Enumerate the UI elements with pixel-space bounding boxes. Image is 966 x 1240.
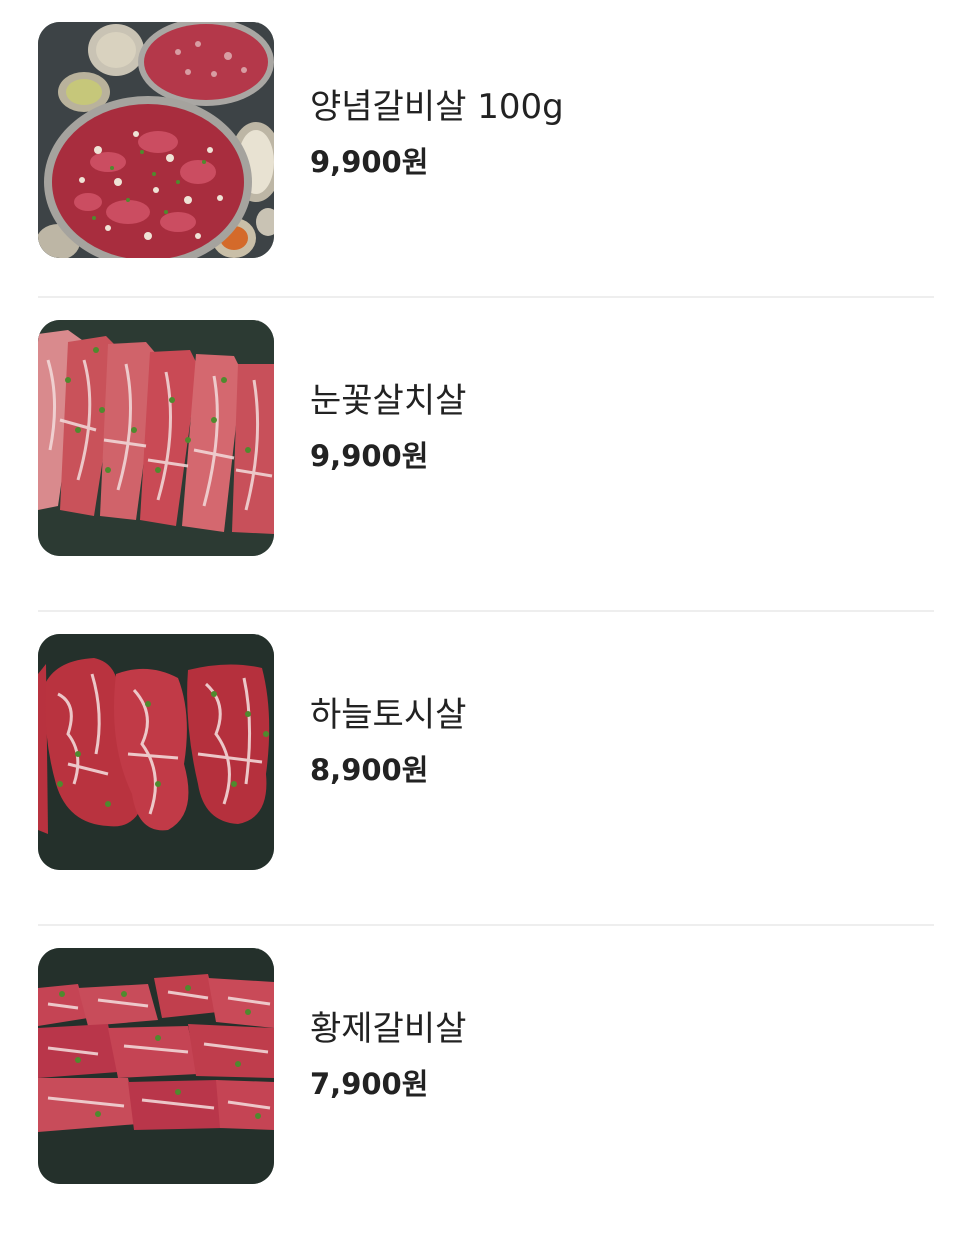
menu-item-image[interactable] [38,634,274,870]
menu-item-name: 하늘토시살 [310,695,467,735]
menu-item-info: 하늘토시살 8,900원 [310,692,466,788]
menu-item-snowflake-salchisal[interactable]: 눈꽃살치살 9,900원 [38,298,934,612]
menu-item-name: 양념갈비살 100g [310,87,564,127]
menu-item-info: 양념갈비살 100g 9,900원 [310,84,564,180]
menu-item-image[interactable] [38,22,274,258]
rib-finger-meat-photo [38,948,274,1184]
menu-item-haneul-tosisal[interactable]: 하늘토시살 8,900원 [38,612,934,926]
menu-item-image[interactable] [38,320,274,556]
marinated-galbi-platter-photo [38,22,274,258]
menu-list: 양념갈비살 100g 9,900원 눈꽃살치살 9,900원 하늘토시살 8,9… [38,0,934,1240]
menu-item-price: 8,900원 [310,753,429,787]
menu-item-name: 황제갈비살 [310,1009,467,1049]
marbled-chuck-flap-photo [38,320,274,556]
menu-item-hwangje-galbisal[interactable]: 황제갈비살 7,900원 [38,926,934,1240]
menu-item-info: 눈꽃살치살 9,900원 [310,378,466,474]
menu-item-price: 9,900원 [310,439,429,473]
menu-item-price: 9,900원 [310,145,429,179]
menu-item-price: 7,900원 [310,1067,429,1101]
menu-item-marinated-galbisal[interactable]: 양념갈비살 100g 9,900원 [38,0,934,298]
menu-item-image[interactable] [38,948,274,1184]
hanger-steak-photo [38,634,274,870]
menu-item-name: 눈꽃살치살 [310,381,467,421]
menu-item-info: 황제갈비살 7,900원 [310,1006,466,1102]
